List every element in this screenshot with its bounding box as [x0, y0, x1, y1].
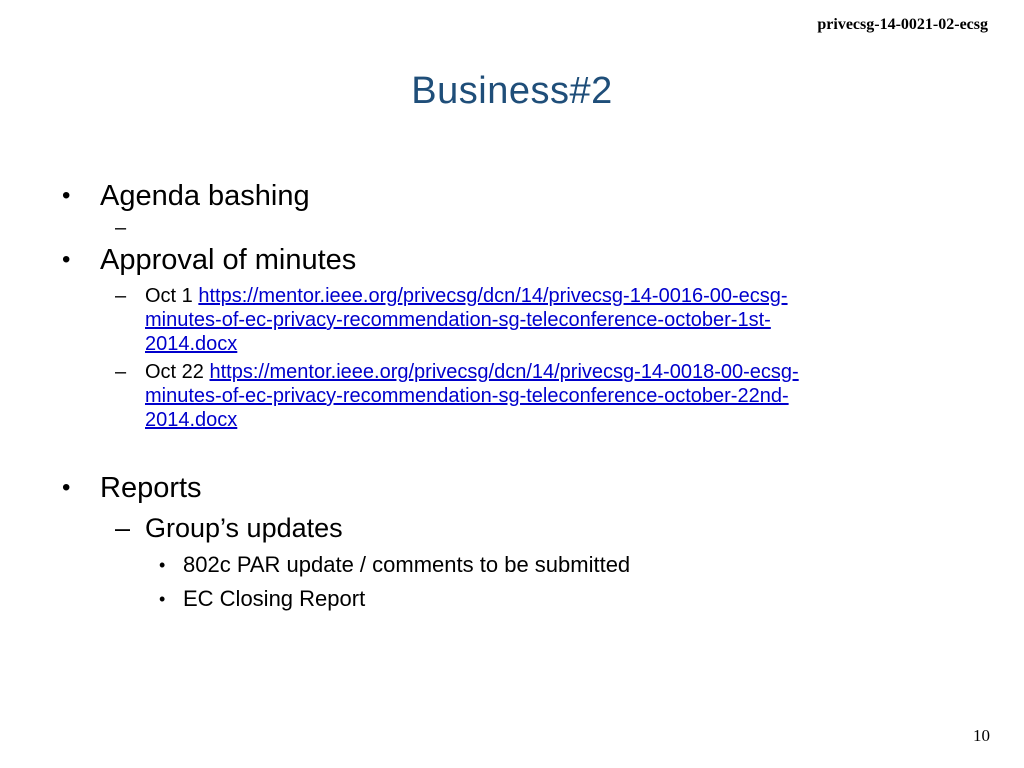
- minutes-item-oct22-date: Oct 22: [145, 361, 204, 383]
- dash-icon: –: [115, 285, 127, 307]
- group-update-item-text: 802c PAR update / comments to be submitt…: [183, 552, 631, 577]
- link-line[interactable]: minutes-of-ec-privacy-recommendation-sg-…: [145, 309, 771, 331]
- agenda-subitem: –: [60, 216, 960, 240]
- reports-subitem-group-updates: – Group’s updates: [60, 508, 960, 548]
- bullet-approval-text: Approval of minutes: [100, 244, 357, 276]
- link-line[interactable]: 2014.docx: [145, 409, 237, 431]
- minutes-link-oct22[interactable]: https://mentor.ieee.org/privecsg/dcn/14/…: [145, 361, 799, 431]
- minutes-item-oct1: – Oct 1 https://mentor.ieee.org/privecsg…: [60, 284, 960, 356]
- minutes-link-oct1[interactable]: https://mentor.ieee.org/privecsg/dcn/14/…: [145, 285, 788, 355]
- dash-icon: –: [115, 361, 127, 383]
- group-update-item: • EC Closing Report: [60, 582, 960, 616]
- bullet-reports: • Reports: [60, 468, 960, 508]
- bullet-agenda: • Agenda bashing: [60, 176, 960, 216]
- bullet-dot-icon: •: [159, 555, 166, 575]
- group-update-item-text: EC Closing Report: [183, 586, 366, 611]
- group-updates-text: Group’s updates: [145, 513, 343, 543]
- link-line[interactable]: https://mentor.ieee.org/privecsg/dcn/14/…: [198, 285, 787, 307]
- group-update-item: • 802c PAR update / comments to be submi…: [60, 548, 960, 582]
- bullet-reports-text: Reports: [100, 472, 202, 504]
- minutes-item-oct1-date: Oct 1: [145, 285, 193, 307]
- minutes-item-oct22: – Oct 22 https://mentor.ieee.org/privecs…: [60, 360, 960, 432]
- bullet-agenda-text: Agenda bashing: [100, 180, 310, 212]
- page-number: 10: [973, 726, 990, 745]
- bullet-dot-icon: •: [62, 182, 71, 209]
- document-id: privecsg-14-0021-02-ecsg: [817, 16, 988, 33]
- link-line[interactable]: 2014.docx: [145, 333, 237, 355]
- link-line[interactable]: https://mentor.ieee.org/privecsg/dcn/14/…: [209, 361, 798, 383]
- link-line[interactable]: minutes-of-ec-privacy-recommendation-sg-…: [145, 385, 789, 407]
- dash-icon: –: [115, 513, 131, 543]
- dash-icon: –: [115, 217, 127, 239]
- slide-title: Business#2: [411, 70, 613, 112]
- slide-content: • Agenda bashing – • Approval of minutes…: [60, 176, 960, 616]
- bullet-dot-icon: •: [62, 246, 71, 273]
- bullet-approval: • Approval of minutes: [60, 240, 960, 280]
- bullet-dot-icon: •: [62, 474, 71, 501]
- bullet-dot-icon: •: [159, 589, 166, 609]
